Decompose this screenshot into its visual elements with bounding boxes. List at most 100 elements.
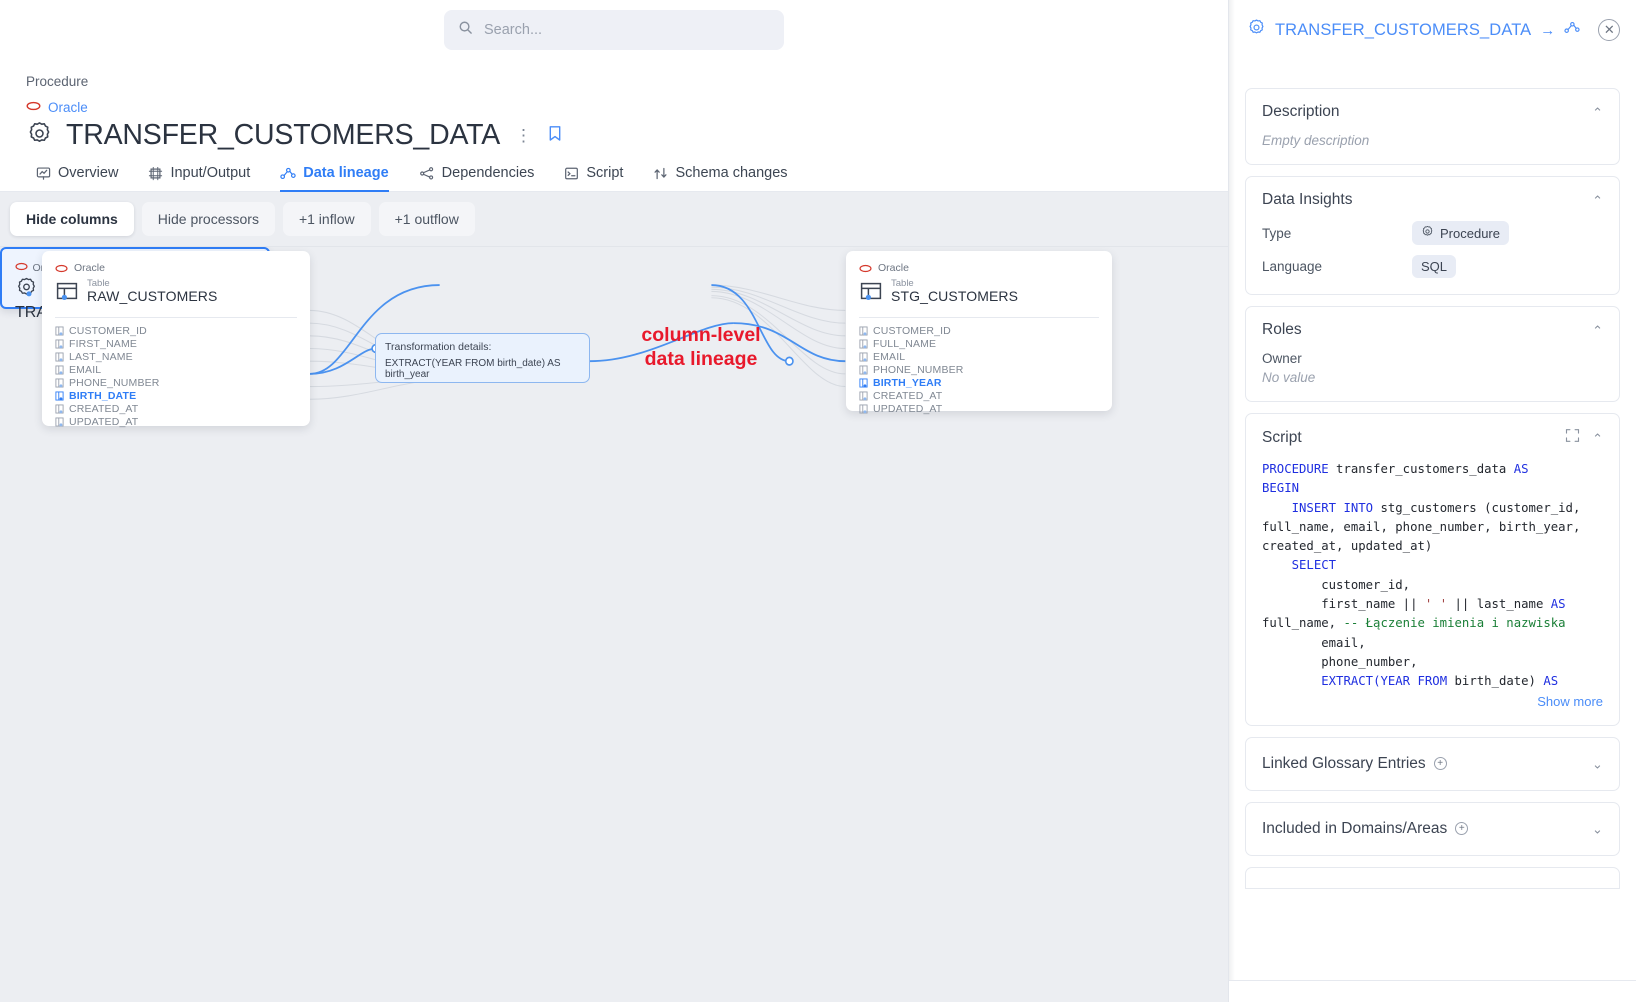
column-row[interactable]: CUSTOMER_ID [55,325,297,337]
tab-dependencies[interactable]: Dependencies [419,165,535,192]
data-lineage-icon [280,166,296,181]
tab-overview[interactable]: Overview [36,165,118,192]
lineage-node-raw-customers[interactable]: Oracle Table RAW_CUSTOMERS [42,251,310,426]
data-insights-card-header[interactable]: Data Insights ⌃ [1262,191,1603,209]
node-name: STG_CUSTOMERS [891,289,1018,304]
tab-data-lineage[interactable]: Data lineage [280,165,388,192]
more-options-icon[interactable]: ⋮ [513,126,535,146]
column-row-highlighted[interactable]: BIRTH_YEAR [859,377,1099,389]
source-label: Oracle [48,100,88,115]
script-icon [564,166,579,181]
column-row[interactable]: CREATED_AT [55,403,297,415]
type-badge[interactable]: Procedure [1412,221,1509,245]
oracle-icon [26,98,41,116]
column-row[interactable]: FULL_NAME [859,338,1099,350]
column-row[interactable]: UPDATED_AT [55,416,297,428]
linked-glossary-card[interactable]: Linked Glossary Entries + ⌃ [1245,737,1620,791]
column-row[interactable]: EMAIL [55,364,297,376]
column-row[interactable]: FIRST_NAME [55,338,297,350]
column-name: BIRTH_DATE [69,390,136,402]
column-name: EMAIL [69,364,101,376]
page-title: TRANSFER_CUSTOMERS_DATA [66,120,500,151]
overview-icon [36,166,51,181]
column-name: BIRTH_YEAR [873,377,942,389]
add-domain-icon[interactable]: + [1455,822,1468,835]
add-outflow-button[interactable]: +1 outflow [379,202,475,236]
lineage-canvas[interactable]: Oracle Table RAW_CUSTOMERS [0,247,1228,1002]
column-name: UPDATED_AT [69,416,138,428]
show-more-link[interactable]: Show more [1262,694,1603,709]
node-identity: Table RAW_CUSTOMERS [55,279,297,308]
chevron-down-icon[interactable]: ⌃ [1592,822,1603,835]
column-name: FULL_NAME [873,338,936,350]
hide-processors-button[interactable]: Hide processors [142,202,275,236]
node-divider [55,317,297,318]
description-card-header[interactable]: Description ⌃ [1262,103,1603,121]
column-name: FIRST_NAME [69,338,137,350]
column-row[interactable]: UPDATED_AT [859,403,1099,415]
main-content: Search... Procedure Oracle TRANSFER_CUST… [0,0,1229,1002]
source-system[interactable]: Oracle [26,98,1202,116]
chevron-up-icon[interactable]: ⌃ [1592,324,1603,337]
search-input[interactable]: Search... [444,10,784,50]
column-name: CUSTOMER_ID [873,325,951,337]
column-row[interactable]: LAST_NAME [55,351,297,363]
add-glossary-icon[interactable]: + [1434,757,1447,770]
procedure-icon [26,120,53,152]
column-row[interactable]: CUSTOMER_ID [859,325,1099,337]
page-title-row: TRANSFER_CUSTOMERS_DATA ⋮ [26,120,1202,152]
column-row[interactable]: PHONE_NUMBER [55,377,297,389]
lineage-toolbar: Hide columns Hide processors +1 inflow +… [0,192,1228,247]
column-row[interactable]: EMAIL [859,351,1099,363]
language-value: SQL [1421,259,1447,274]
close-icon[interactable]: ✕ [1598,19,1620,41]
open-arrow-icon[interactable]: → [1540,22,1555,39]
column-row[interactable]: PHONE_NUMBER [859,364,1099,376]
next-section-stub [1245,867,1620,889]
tab-label: Input/Output [170,165,250,181]
column-name: PHONE_NUMBER [873,364,963,376]
description-empty-text[interactable]: Empty description [1262,133,1603,148]
entity-header: Procedure Oracle TRANSFER_CUSTOMERS_DATA… [0,60,1228,152]
column-name: CREATED_AT [69,403,138,415]
tab-script[interactable]: Script [564,165,623,192]
bookmark-icon[interactable] [548,125,562,147]
breadcrumb: Procedure [26,74,1202,89]
annotation-line-2: data lineage [596,347,806,371]
expand-script-icon[interactable] [1565,428,1580,448]
chevron-down-icon[interactable]: ⌃ [1592,757,1603,770]
lineage-icon[interactable] [1564,20,1580,40]
transformation-label: Transformation details: [385,341,580,353]
roles-heading: Roles [1262,321,1302,339]
panel-body: Description ⌃ Empty description Data Ins… [1229,60,1636,889]
script-code: PROCEDURE transfer_customers_data AS BEG… [1262,460,1603,692]
table-icon [859,279,883,308]
chevron-up-icon[interactable]: ⌃ [1592,194,1603,207]
chevron-up-icon[interactable]: ⌃ [1592,432,1603,445]
entity-tabs: Overview Input/Output Data lineage [0,152,1228,192]
column-row-highlighted[interactable]: BIRTH_DATE [55,390,297,402]
node-source-label: Oracle [878,262,909,274]
domains-areas-card[interactable]: Included in Domains/Areas + ⌃ [1245,802,1620,856]
data-insights-heading: Data Insights [1262,191,1352,209]
lineage-node-stg-customers[interactable]: Oracle Table STG_CUSTOMERS [846,251,1112,411]
insight-language-row: Language SQL [1262,255,1603,278]
tab-input-output[interactable]: Input/Output [148,165,250,192]
add-inflow-button[interactable]: +1 inflow [283,202,371,236]
column-name: LAST_NAME [69,351,133,363]
tab-label: Data lineage [303,165,388,181]
tab-schema-changes[interactable]: Schema changes [653,165,787,192]
description-card: Description ⌃ Empty description [1245,88,1620,165]
column-name: UPDATED_AT [873,403,942,415]
panel-title: TRANSFER_CUSTOMERS_DATA [1275,21,1531,40]
language-badge[interactable]: SQL [1412,255,1456,278]
script-card: Script ⌃ PROCEDURE transfer_customers_da… [1245,413,1620,726]
column-row[interactable]: CREATED_AT [859,390,1099,402]
script-card-header[interactable]: Script ⌃ [1262,428,1603,448]
annotation-line-1: column-level [596,323,806,347]
chevron-up-icon[interactable]: ⌃ [1592,106,1603,119]
hide-columns-button[interactable]: Hide columns [10,202,134,236]
roles-card: Roles ⌃ Owner No value [1245,306,1620,402]
roles-card-header[interactable]: Roles ⌃ [1262,321,1603,339]
node-divider [859,317,1099,318]
